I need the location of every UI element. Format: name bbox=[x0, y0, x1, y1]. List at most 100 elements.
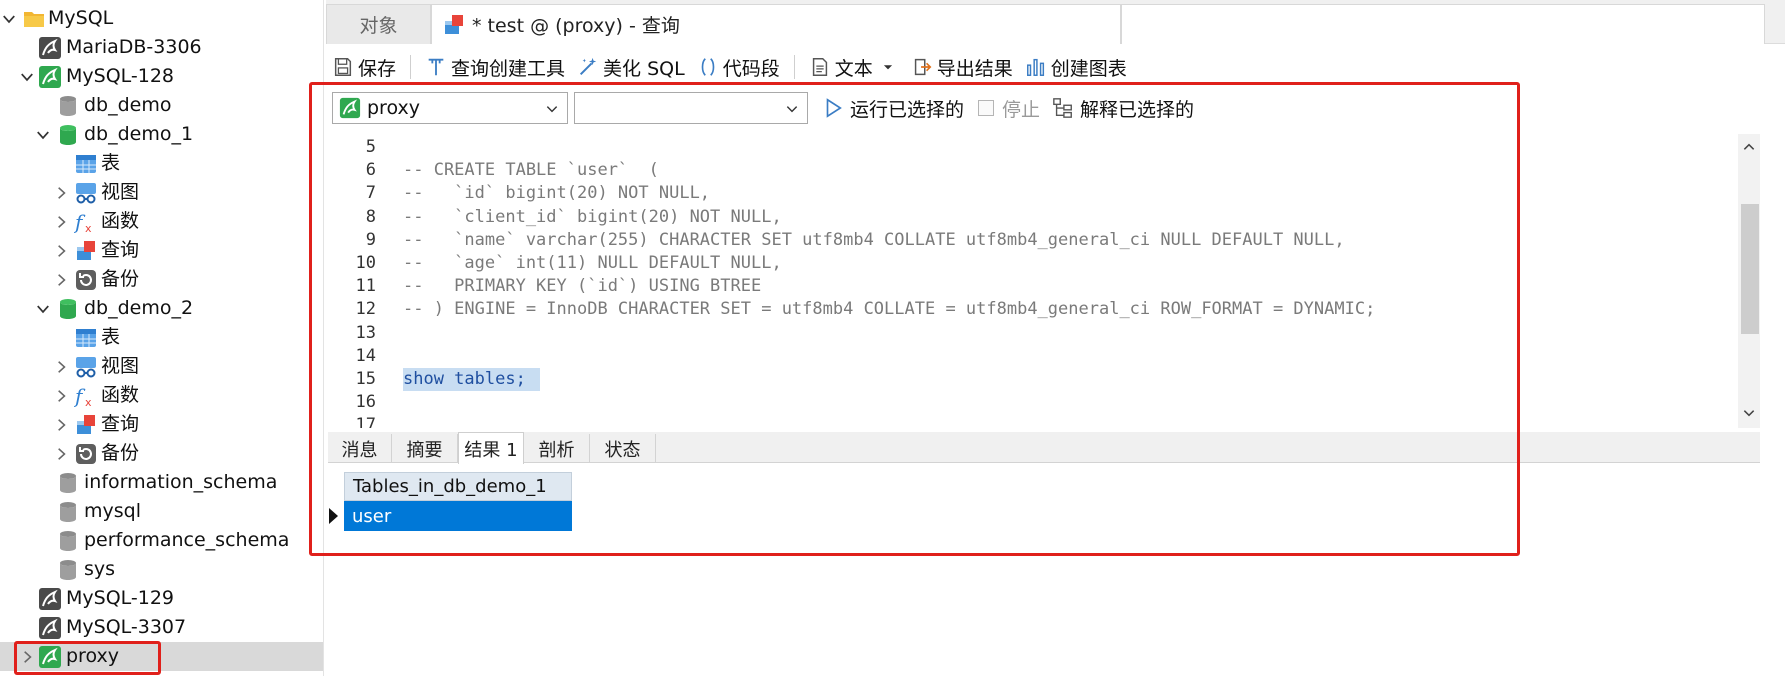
create-chart-label: 创建图表 bbox=[1050, 57, 1127, 80]
tree-item[interactable]: 视图 bbox=[0, 352, 323, 381]
chevron-down-icon[interactable] bbox=[36, 302, 50, 316]
tree-item-label: 查询 bbox=[101, 413, 140, 435]
tab-query[interactable]: * test @ (proxy) - 查询 bbox=[431, 4, 1121, 44]
folder-icon bbox=[22, 7, 46, 31]
function-icon: fx bbox=[74, 384, 98, 408]
create-chart-button[interactable]: 创建图表 bbox=[1019, 52, 1133, 82]
chevron-down-icon[interactable] bbox=[2, 12, 16, 26]
database-icon bbox=[56, 529, 80, 553]
tree-item-label: information_schema bbox=[84, 471, 278, 493]
tree-item-label: sys bbox=[84, 558, 116, 580]
tree-item[interactable]: information_schema bbox=[0, 468, 323, 497]
tree-item[interactable]: MySQL-129 bbox=[0, 584, 323, 613]
tree-item[interactable]: 表 bbox=[0, 149, 323, 178]
chevron-down-icon[interactable] bbox=[36, 128, 50, 142]
tree-item[interactable]: f x 函数 bbox=[0, 381, 323, 410]
backup-icon bbox=[74, 442, 98, 466]
beautify-icon bbox=[579, 57, 597, 76]
query-icon bbox=[74, 413, 98, 437]
query-icon bbox=[442, 13, 466, 37]
chevron-right-icon[interactable] bbox=[54, 418, 68, 432]
tree-item-label: MySQL-128 bbox=[66, 65, 175, 87]
beautify-sql-button[interactable]: 美化 SQL bbox=[571, 52, 691, 82]
database-icon bbox=[56, 471, 80, 495]
tree-item[interactable]: 表 bbox=[0, 323, 323, 352]
tree-item[interactable]: MariaDB-3306 bbox=[0, 33, 323, 62]
editor-scrollbar[interactable] bbox=[1738, 134, 1760, 428]
query-icon bbox=[74, 239, 98, 263]
view-icon bbox=[74, 181, 98, 205]
tree-item-label: 视图 bbox=[101, 181, 140, 203]
text-mode-button[interactable]: 文本 bbox=[803, 52, 905, 82]
database-icon bbox=[56, 500, 80, 524]
chevron-right-icon[interactable] bbox=[54, 273, 68, 287]
save-button[interactable]: 保存 bbox=[326, 52, 402, 82]
tab-query-label: * test @ (proxy) - 查询 bbox=[472, 15, 680, 37]
export-icon bbox=[914, 58, 932, 76]
text-mode-label: 文本 bbox=[834, 57, 873, 80]
chevron-down-icon[interactable] bbox=[20, 70, 34, 84]
tree-item-label: mysql bbox=[84, 500, 141, 522]
annotation-box-proxy bbox=[14, 641, 161, 675]
tree-item[interactable]: 查询 bbox=[0, 410, 323, 439]
table-icon bbox=[74, 152, 98, 176]
chevron-right-icon[interactable] bbox=[54, 244, 68, 258]
chart-icon bbox=[1026, 58, 1044, 76]
connection-icon bbox=[38, 36, 62, 60]
tree-item-label: db_demo_2 bbox=[84, 297, 194, 319]
tree-item[interactable]: db_demo bbox=[0, 91, 323, 120]
chevron-right-icon[interactable] bbox=[54, 447, 68, 461]
tree-item[interactable]: MySQL-3307 bbox=[0, 613, 323, 642]
chevron-right-icon[interactable] bbox=[54, 360, 68, 374]
tree-item[interactable]: 备份 bbox=[0, 439, 323, 468]
tree-item[interactable]: mysql bbox=[0, 497, 323, 526]
beautify-sql-label: 美化 SQL bbox=[603, 57, 685, 80]
query-builder-label: 查询创建工具 bbox=[451, 57, 566, 80]
toolbar-divider bbox=[793, 55, 795, 79]
function-icon: fx bbox=[74, 210, 98, 234]
snippet-icon bbox=[701, 58, 715, 76]
snippet-label: 代码段 bbox=[722, 57, 780, 80]
tree-item[interactable]: db_demo_1 bbox=[0, 120, 323, 149]
tree-item-label: MySQL bbox=[48, 7, 114, 29]
tree-item-label: db_demo_1 bbox=[84, 123, 194, 145]
tree-item-label: 函数 bbox=[101, 384, 140, 406]
annotation-box-editor bbox=[309, 82, 1520, 556]
query-builder-button[interactable]: 查询创建工具 bbox=[419, 52, 571, 82]
tree-item[interactable]: db_demo_2 bbox=[0, 294, 323, 323]
connection-icon bbox=[38, 587, 62, 611]
query-builder-icon bbox=[428, 58, 444, 76]
tree-item[interactable]: MySQL-128 bbox=[0, 62, 323, 91]
chevron-right-icon[interactable] bbox=[54, 389, 68, 403]
tree-item-label: 视图 bbox=[101, 355, 140, 377]
export-results-label: 导出结果 bbox=[936, 57, 1013, 80]
tree-item[interactable]: 查询 bbox=[0, 236, 323, 265]
tree-item[interactable]: sys bbox=[0, 555, 323, 584]
text-document-icon bbox=[812, 58, 827, 76]
backup-icon bbox=[74, 268, 98, 292]
tree-item-label: 查询 bbox=[101, 239, 140, 261]
tree-item-label: 函数 bbox=[101, 210, 140, 232]
save-button-label: 保存 bbox=[358, 57, 397, 80]
tab-objects[interactable]: 对象 bbox=[326, 4, 431, 44]
svg-text:x: x bbox=[85, 396, 92, 408]
database-icon bbox=[56, 94, 80, 118]
tree-item[interactable]: 视图 bbox=[0, 178, 323, 207]
chevron-right-icon[interactable] bbox=[54, 186, 68, 200]
view-icon bbox=[74, 355, 98, 379]
tree-item[interactable]: MySQL bbox=[0, 4, 323, 33]
export-results-button[interactable]: 导出结果 bbox=[905, 52, 1019, 82]
scrollbar-thumb[interactable] bbox=[1741, 204, 1759, 334]
tree-item[interactable]: performance_schema bbox=[0, 526, 323, 555]
tree-item-label: performance_schema bbox=[84, 529, 290, 551]
scroll-down-icon[interactable] bbox=[1742, 406, 1756, 420]
table-icon bbox=[74, 326, 98, 350]
tree-item-label: MariaDB-3306 bbox=[66, 36, 202, 58]
tree-item[interactable]: 备份 bbox=[0, 265, 323, 294]
snippet-button[interactable]: 代码段 bbox=[691, 52, 786, 82]
database-open-icon bbox=[56, 123, 80, 147]
tab-strip: 对象 * test @ (proxy) - 查询 bbox=[326, 0, 1785, 44]
tree-item[interactable]: f x 函数 bbox=[0, 207, 323, 236]
chevron-right-icon[interactable] bbox=[54, 215, 68, 229]
scroll-up-icon[interactable] bbox=[1742, 140, 1756, 154]
